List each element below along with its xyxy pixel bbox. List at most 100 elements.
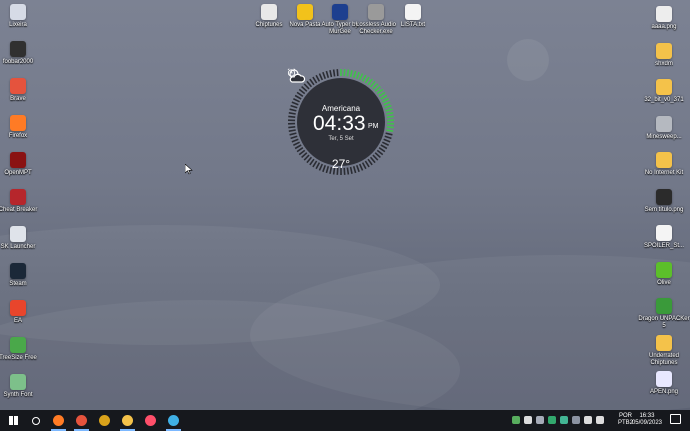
clock-tick xyxy=(293,141,301,146)
openmpt-icon xyxy=(10,152,26,168)
image-file-icon xyxy=(656,6,672,22)
brave-taskbar-icon[interactable] xyxy=(70,410,93,431)
desktop-icon-dragon-unpacker[interactable]: Dragon UNPACKer 5 xyxy=(638,298,690,330)
tray-green-icon[interactable] xyxy=(548,416,556,424)
desktop-icon-treesize[interactable]: TreeSize Free xyxy=(0,337,44,362)
clock-temperature: 27° xyxy=(331,157,351,171)
clock-tick xyxy=(332,69,336,77)
clock-tick xyxy=(376,88,384,95)
clock-tick xyxy=(378,91,386,97)
clock-tick xyxy=(322,71,327,80)
clock-tick xyxy=(296,91,304,97)
desktop-icon-openmpt[interactable]: OpenMPT xyxy=(0,152,44,177)
keyboard-layout: PTB2 xyxy=(617,420,633,426)
clock-tick xyxy=(361,74,367,82)
desktop-icon-brave[interactable]: Brave xyxy=(0,78,44,103)
clock-tick xyxy=(386,126,394,129)
desktop-icon-folder[interactable]: Underrated Chiptunes xyxy=(638,334,690,367)
desktop-icon-label: shxdm xyxy=(655,60,673,67)
minesweeper-icon xyxy=(656,115,672,132)
clock-tick xyxy=(358,73,364,81)
tray-minesweeper-icon[interactable] xyxy=(512,416,520,424)
tray-speaker-icon[interactable] xyxy=(584,416,592,424)
taskbar-clock[interactable]: 16:33 05/09/2023 xyxy=(632,413,662,427)
clock-tick xyxy=(289,132,297,136)
tray-network-icon[interactable] xyxy=(524,416,532,424)
desktop-icon-recycle-bin[interactable]: Lixeira xyxy=(0,4,44,29)
tray-gear-icon[interactable] xyxy=(572,416,580,424)
firefox-taskbar-icon[interactable] xyxy=(47,410,70,431)
clock-tick xyxy=(315,74,321,82)
windows-start-icon[interactable] xyxy=(2,410,24,431)
desktop-icon-cheat-breaker[interactable]: Cheat Breaker xyxy=(0,189,44,214)
tray-box-icon[interactable] xyxy=(560,416,568,424)
firefox-icon xyxy=(10,115,26,131)
cheat-breaker-icon xyxy=(10,189,26,205)
desktop-icon-document[interactable]: SPOILER_St... xyxy=(638,225,690,250)
clock-tick xyxy=(349,69,353,78)
desktop-icon-folder[interactable]: shxdm xyxy=(638,42,690,68)
clock-widget[interactable]: Americana 04:33 PM Ter, 5 Set 27° xyxy=(287,68,395,176)
desktop-icon-label: SK Launcher xyxy=(0,244,36,250)
desktop-icon-label: OpenMPT xyxy=(4,170,32,176)
clock-tick xyxy=(294,144,302,150)
clock-tick xyxy=(378,147,386,153)
file-explorer-icon[interactable] xyxy=(116,410,139,431)
desktop-icon-minesweeper[interactable]: Minesweep... xyxy=(638,115,690,141)
clock-tick xyxy=(288,129,296,132)
foobar-icon xyxy=(10,41,26,57)
desktop-icon-olive[interactable]: Olive xyxy=(638,261,690,287)
folder-icon xyxy=(656,334,672,351)
app-multicolor-icon[interactable] xyxy=(139,410,162,431)
treesize-icon xyxy=(10,337,26,353)
desktop-icon-label: APEN.png xyxy=(649,389,679,395)
tray-drop-icon[interactable] xyxy=(536,416,544,424)
app-people-icon[interactable] xyxy=(162,410,185,431)
clock-tick xyxy=(355,71,360,80)
clock-tick xyxy=(325,70,330,79)
clock-tick xyxy=(369,80,376,88)
language-code: POR xyxy=(618,413,632,419)
desktop-icon-folder[interactable]: No Internet Kit xyxy=(638,152,690,177)
language-indicator[interactable]: POR PTB2 xyxy=(618,413,633,427)
tray-volume-icon[interactable] xyxy=(596,416,604,424)
clock-tick xyxy=(288,126,296,129)
clock-tick xyxy=(352,70,357,79)
clock-tick xyxy=(385,132,393,136)
app-yellow-icon[interactable] xyxy=(93,410,116,431)
search-icon[interactable] xyxy=(24,410,47,431)
desktop-icon-label: Olive xyxy=(657,279,671,286)
clock-tick xyxy=(374,85,381,92)
clock-tick xyxy=(288,115,296,118)
clock-tick xyxy=(298,88,306,95)
desktop-icon-firefox[interactable]: Firefox xyxy=(0,115,44,140)
auto-typer-icon xyxy=(332,4,348,20)
star-icon xyxy=(297,4,313,20)
clock-tick xyxy=(296,147,304,153)
recycle-bin-icon xyxy=(10,4,26,20)
desktop-icon-label: aaaa.png xyxy=(651,24,677,30)
desktop-icon-image-file[interactable]: APEN.png xyxy=(638,371,690,396)
desktop-icon-text-file[interactable]: LISTA.txt xyxy=(387,4,439,29)
text-file-icon xyxy=(405,4,421,20)
desktop-icon-sk-launcher[interactable]: SK Launcher xyxy=(0,226,44,251)
desktop-icon-synth-font[interactable]: Synth Font xyxy=(0,374,44,399)
desktop-icon-label: foobar2000 xyxy=(2,59,34,65)
desktop-icon-label: 32_bit_v0_371 xyxy=(644,97,684,103)
desktop-icon-image-file[interactable]: Sem título.png xyxy=(638,188,690,214)
clock-tick xyxy=(312,76,318,84)
desktop-icon-foobar[interactable]: foobar2000 xyxy=(0,41,44,66)
clock-tick xyxy=(372,83,379,90)
desktop-icon-label: Brave xyxy=(10,96,26,102)
desktop-icon-folder[interactable]: 32_bit_v0_371 xyxy=(638,79,690,104)
taskbar xyxy=(0,410,690,431)
desktop-icon-image-file[interactable]: aaaa.png xyxy=(638,6,690,31)
notification-center-icon[interactable] xyxy=(670,414,681,424)
image-file-icon xyxy=(656,371,672,387)
clock-tick xyxy=(303,83,310,90)
desktop-icon-steam[interactable]: Steam xyxy=(0,263,44,288)
clock-tick xyxy=(386,115,394,118)
alarm-clock-icon[interactable] xyxy=(287,68,296,77)
desktop-icon-label: No Internet Kit xyxy=(644,170,684,176)
desktop-icon-ea[interactable]: EA xyxy=(0,300,44,325)
